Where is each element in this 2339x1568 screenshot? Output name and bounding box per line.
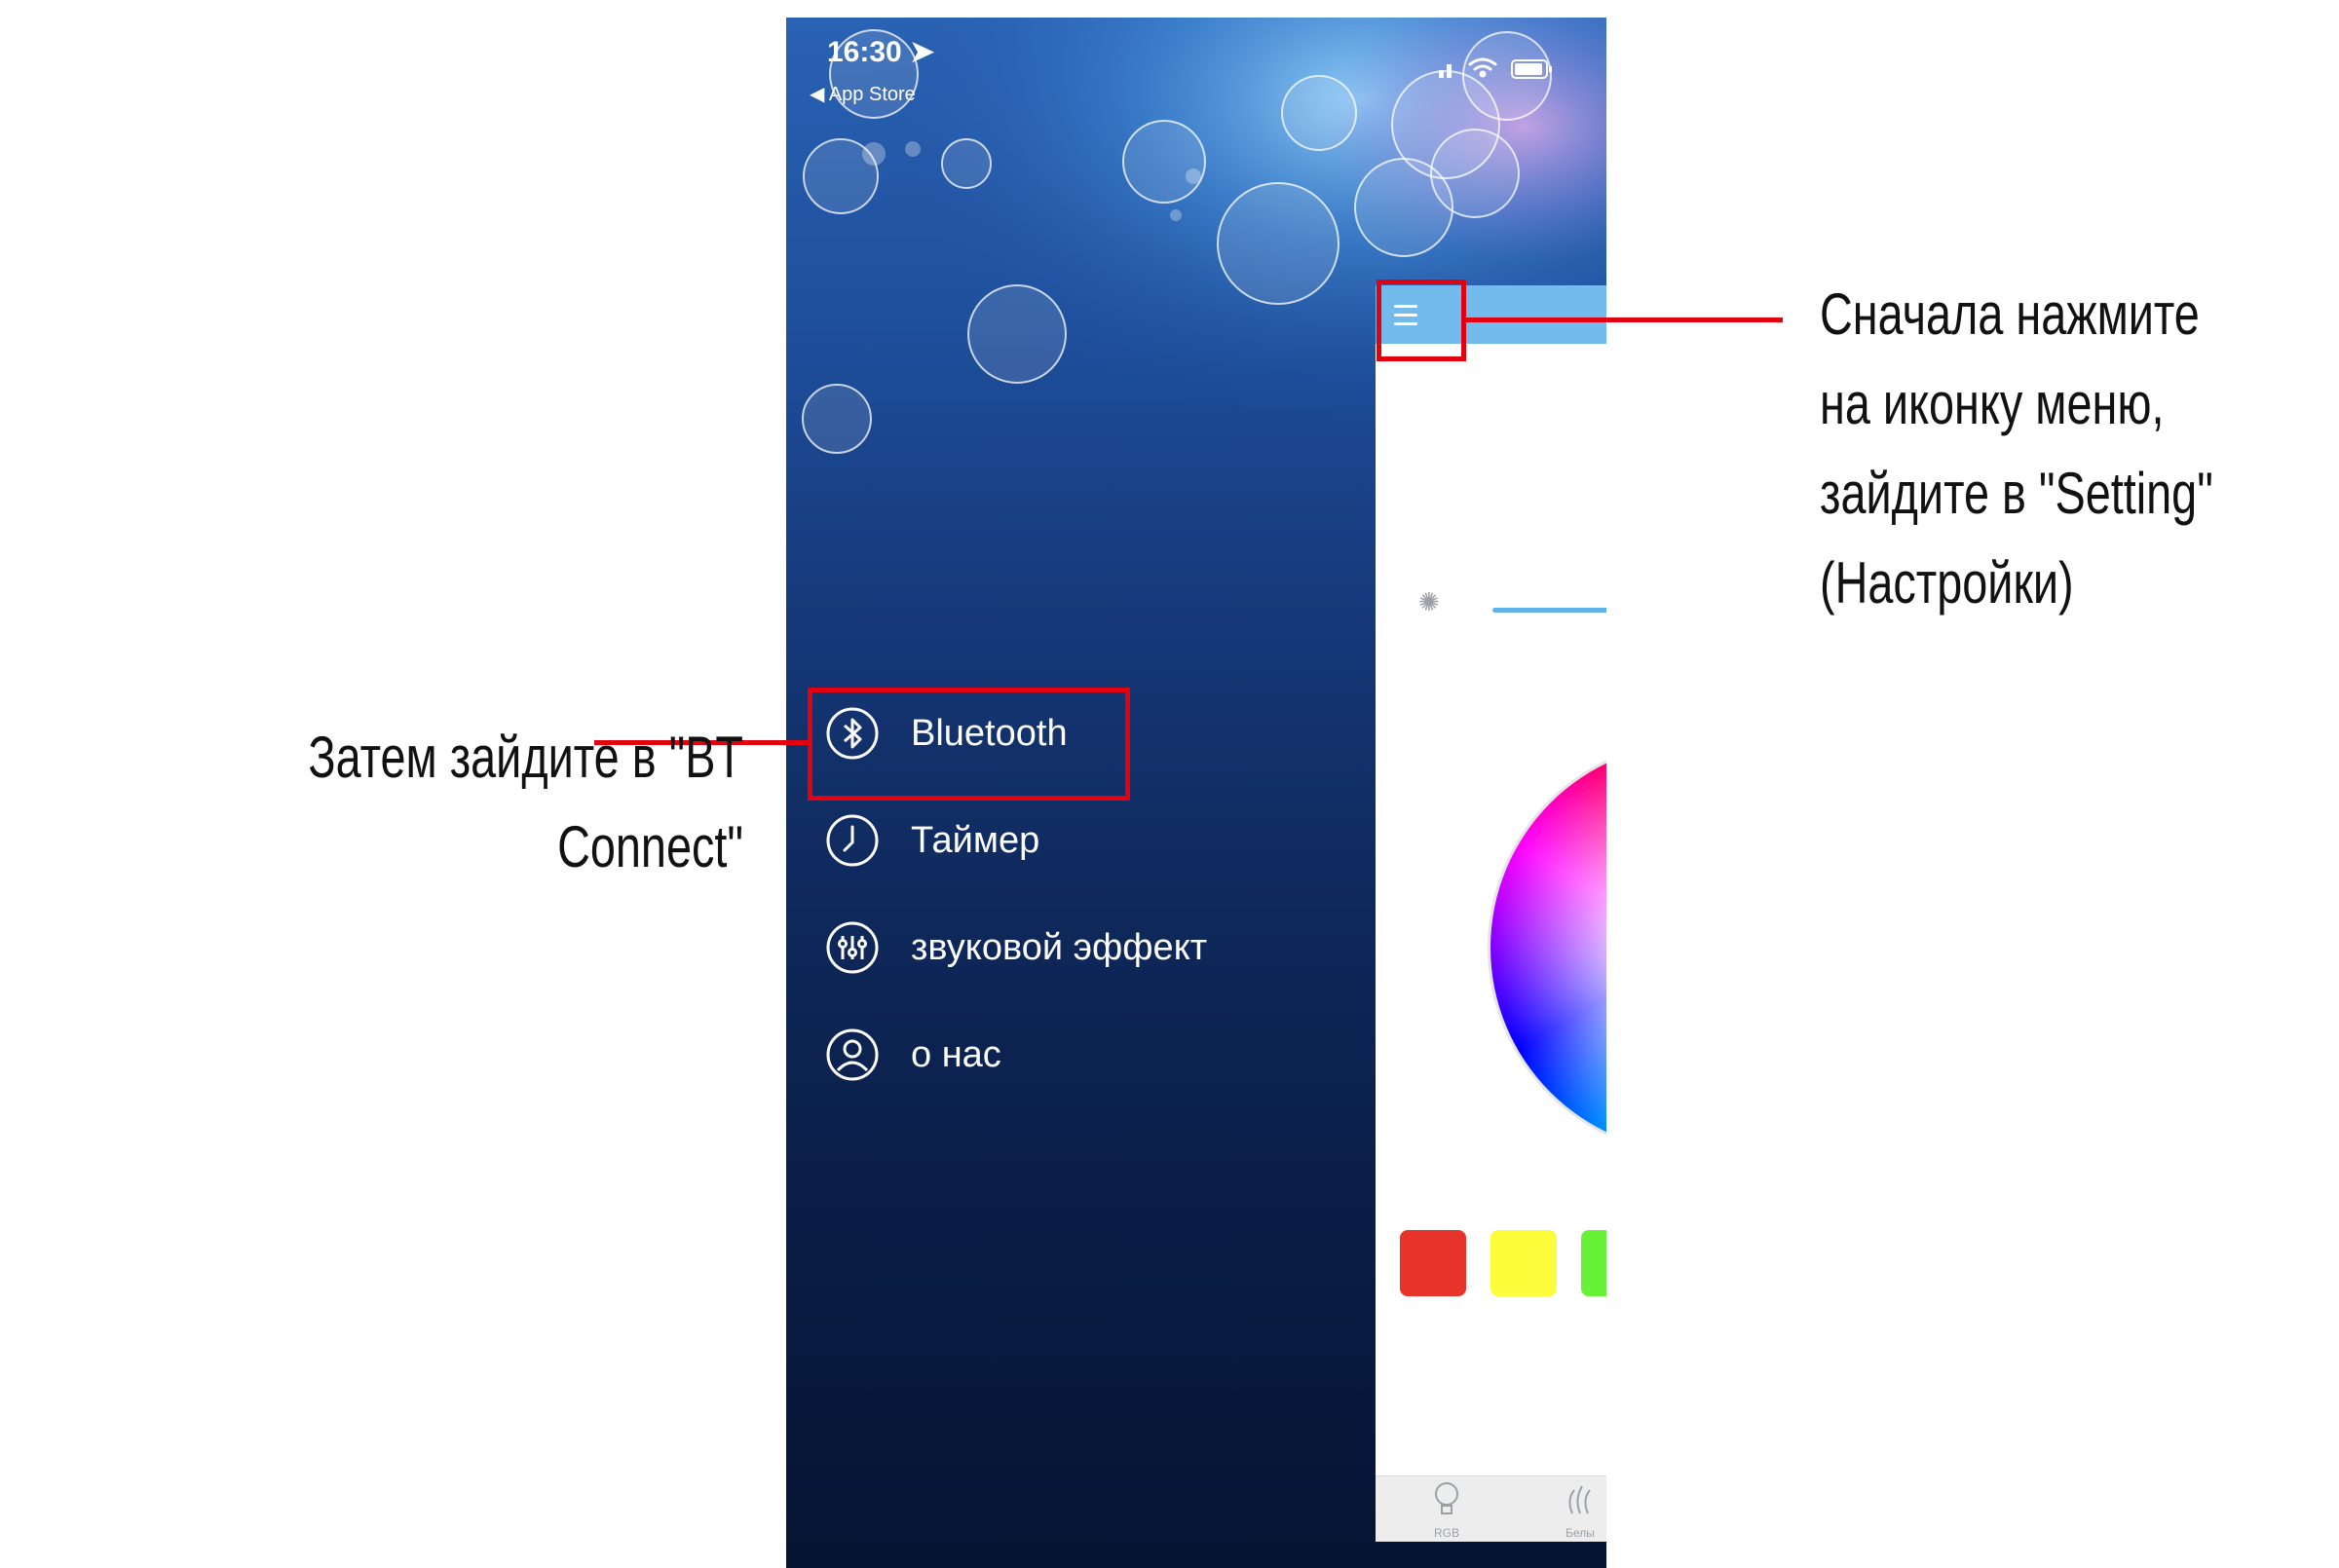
sun-icon: ✺	[1418, 587, 1440, 616]
annotation-menu: Сначала нажмите на иконку меню, зайдите …	[1820, 270, 2306, 628]
annotation-line: Connect"	[557, 814, 743, 879]
swatch-green[interactable]	[1581, 1230, 1606, 1296]
swatch-yellow[interactable]	[1490, 1230, 1557, 1296]
tab-bar: RGB Белы	[1376, 1475, 1606, 1542]
annotation-line: Затем зайдите в "BT	[308, 725, 743, 790]
tab-rgb[interactable]: RGB	[1413, 1478, 1481, 1540]
bulb-icon	[1435, 1482, 1458, 1514]
highlight-bluetooth-box	[808, 688, 1130, 801]
status-time: 16:30 ➤	[827, 36, 935, 68]
annotation-bluetooth: Затем зайдите в "BT Connect"	[175, 713, 743, 892]
annotation-line: (Настройки)	[1820, 550, 2074, 616]
menu-item-sound-effect[interactable]: звуковой эффект	[825, 914, 1207, 982]
callout-line-menu	[1466, 317, 1783, 322]
tab-white[interactable]: Белы	[1546, 1478, 1606, 1540]
status-icons	[1429, 53, 1575, 87]
back-to-app-store[interactable]: ◀ App Store	[810, 82, 916, 106]
menu-item-label: Таймер	[911, 819, 1040, 861]
signal-icon	[1439, 64, 1452, 78]
clock-icon	[826, 814, 879, 867]
wifi-icon	[1468, 57, 1497, 78]
menu-item-label: о нас	[911, 1033, 1001, 1075]
main-app-panel: ✺ RGB Белы	[1376, 285, 1606, 1542]
annotation-line: зайдите в "Setting"	[1820, 461, 2213, 526]
flame-icon	[1568, 1485, 1591, 1514]
tab-label: Белы	[1566, 1526, 1595, 1540]
brightness-slider[interactable]	[1492, 608, 1606, 613]
battery-icon	[1511, 59, 1552, 79]
annotation-line: Сначала нажмите	[1820, 281, 2200, 347]
menu-item-label: звуковой эффект	[911, 926, 1208, 968]
menu-item-timer[interactable]: Таймер	[825, 806, 1039, 875]
swatch-red[interactable]	[1400, 1230, 1466, 1296]
tab-label: RGB	[1433, 1526, 1459, 1540]
equalizer-icon	[826, 921, 879, 974]
color-wheel[interactable]	[1490, 743, 1606, 1152]
user-icon	[826, 1028, 879, 1081]
menu-item-about[interactable]: о нас	[825, 1021, 1001, 1089]
annotation-line: на иконку меню,	[1820, 371, 2165, 436]
highlight-menu-box	[1377, 280, 1466, 361]
